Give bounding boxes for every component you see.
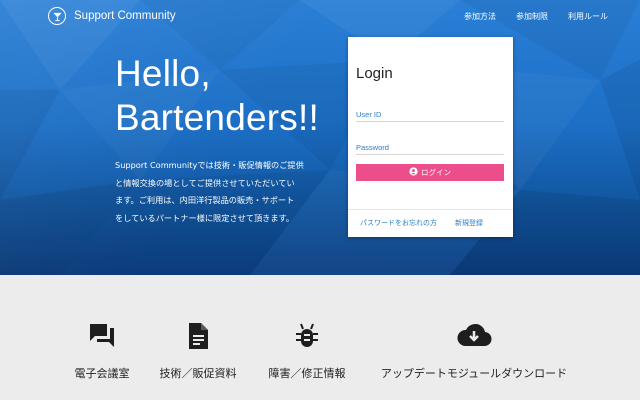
intro-line: ます。ご利用は、内田洋行製品の販売・サポート <box>115 195 295 205</box>
user-circle-icon <box>409 167 418 178</box>
forgot-password-link[interactable]: パスワードをお忘れの方 <box>360 218 437 228</box>
hero-intro: Support Communityでは技術・販促情報のご提供 と情報交換の場とし… <box>115 157 320 227</box>
intro-line: と情報交換の場としてご提供させていただいてい <box>115 177 295 188</box>
feature-label: 電子会議室 <box>74 367 130 380</box>
forum-icon <box>88 322 116 352</box>
login-title: Login <box>356 65 393 82</box>
feature-documents[interactable]: 技術／販促資料 <box>148 275 248 400</box>
headline-line-2: Bartenders!! <box>115 97 319 138</box>
cloud-download-icon <box>456 322 492 352</box>
feature-forum[interactable]: 電子会議室 <box>52 275 152 400</box>
feature-label: 障害／修正情報 <box>268 367 346 380</box>
brand[interactable]: Support Community <box>48 7 176 25</box>
feature-label: アップデートモジュールダウンロード <box>380 367 568 380</box>
user-id-field[interactable] <box>356 108 504 122</box>
headline-line-1: Hello, <box>115 53 211 94</box>
brand-name: Support Community <box>74 10 176 22</box>
hero-banner: Support Community 参加方法 参加制限 利用ルール Hello,… <box>0 0 640 275</box>
password-field[interactable] <box>356 141 504 155</box>
bug-icon <box>294 322 320 354</box>
hero-headline: Hello, Bartenders!! <box>115 52 319 140</box>
nav-item-restrictions[interactable]: 参加制限 <box>516 11 548 22</box>
feature-bug-info[interactable]: 障害／修正情報 <box>257 275 357 400</box>
register-link[interactable]: 新規登録 <box>455 218 483 228</box>
login-button[interactable]: ログイン <box>356 164 504 181</box>
nav-item-how-to-join[interactable]: 参加方法 <box>464 11 496 22</box>
document-icon <box>187 322 209 354</box>
feature-update-download[interactable]: アップデートモジュールダウンロード <box>372 275 576 400</box>
feature-band: 電子会議室 技術／販促資料 障害／修正情報 アップデートモジュールダウンロード <box>0 275 640 400</box>
login-button-label: ログイン <box>421 168 451 177</box>
intro-line: をしているパートナー様に限定させて頂きます。 <box>115 212 295 223</box>
low-poly-background <box>0 0 640 275</box>
feature-label: 技術／販促資料 <box>159 367 237 380</box>
cocktail-glass-icon <box>48 7 66 25</box>
login-card: Login ログイン パスワードをお忘れの方 新規登録 <box>348 37 513 237</box>
nav-item-rules[interactable]: 利用ルール <box>568 11 608 22</box>
intro-line: Support Communityでは技術・販促情報のご提供 <box>115 160 304 170</box>
login-divider <box>348 209 513 210</box>
